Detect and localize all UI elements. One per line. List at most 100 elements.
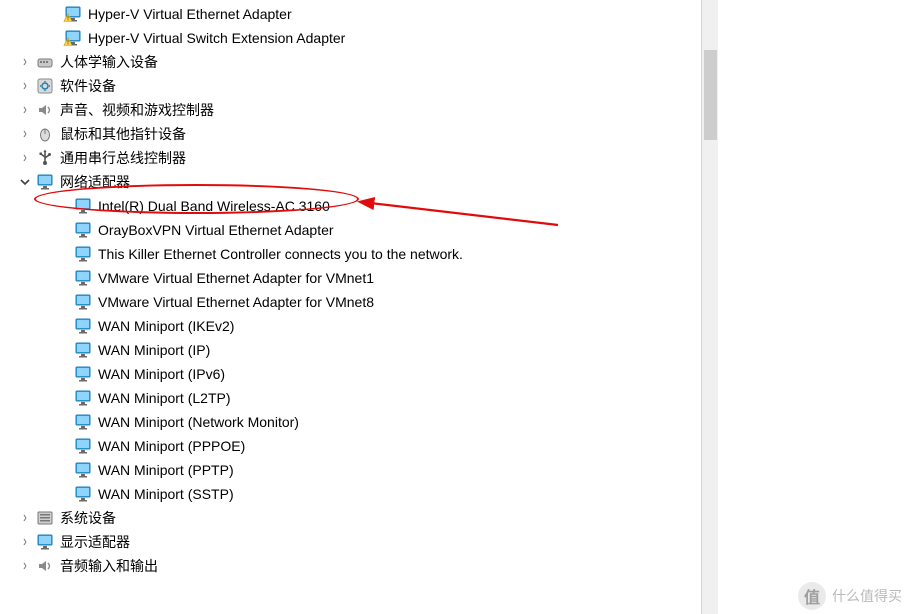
tree-row[interactable]: › 音频输入和输出: [0, 554, 700, 578]
chevron-right-icon[interactable]: ›: [18, 52, 32, 72]
tree-item-label: WAN Miniport (PPTP): [98, 458, 234, 482]
tree-row[interactable]: WAN Miniport (SSTP): [0, 482, 700, 506]
tree-item-label: WAN Miniport (SSTP): [98, 482, 234, 506]
tree-row[interactable]: › 软件设备: [0, 74, 700, 98]
tree-row[interactable]: WAN Miniport (PPTP): [0, 458, 700, 482]
tree-row[interactable]: WAN Miniport (PPPOE): [0, 434, 700, 458]
tree-item-label: WAN Miniport (IPv6): [98, 362, 225, 386]
audio-category-icon: [36, 557, 54, 575]
chevron-none: [46, 7, 60, 21]
hid-category-icon: [36, 53, 54, 71]
network-adapter-icon: [74, 221, 92, 239]
network-adapter-icon: [74, 197, 92, 215]
chevron-none: [56, 439, 70, 453]
system-devices-icon: [36, 509, 54, 527]
chevron-none: [46, 31, 60, 45]
audio-category-icon: [36, 101, 54, 119]
chevron-none: [56, 367, 70, 381]
scrollbar-thumb[interactable]: [704, 50, 717, 140]
tree-row[interactable]: Intel(R) Dual Band Wireless-AC 3160: [0, 194, 700, 218]
software-devices-icon: [36, 77, 54, 95]
network-adapter-icon: [74, 437, 92, 455]
tree-item-label: 通用串行总线控制器: [60, 146, 186, 170]
vertical-scrollbar[interactable]: [701, 0, 718, 614]
tree-row[interactable]: WAN Miniport (L2TP): [0, 386, 700, 410]
network-adapter-icon: [74, 341, 92, 359]
tree-item-label: WAN Miniport (IKEv2): [98, 314, 234, 338]
tree-item-label: 声音、视频和游戏控制器: [60, 98, 214, 122]
tree-item-label: VMware Virtual Ethernet Adapter for VMne…: [98, 266, 374, 290]
device-manager-tree[interactable]: Hyper-V Virtual Ethernet AdapterHyper-V …: [0, 0, 700, 614]
tree-row[interactable]: VMware Virtual Ethernet Adapter for VMne…: [0, 290, 700, 314]
chevron-none: [56, 271, 70, 285]
tree-item-label: OrayBoxVPN Virtual Ethernet Adapter: [98, 218, 334, 242]
chevron-none: [56, 391, 70, 405]
tree-row[interactable]: › 通用串行总线控制器: [0, 146, 700, 170]
chevron-none: [56, 463, 70, 477]
tree-row[interactable]: 网络适配器: [0, 170, 700, 194]
network-adapter-icon: [74, 269, 92, 287]
chevron-none: [56, 223, 70, 237]
chevron-right-icon[interactable]: ›: [18, 556, 32, 576]
chevron-right-icon[interactable]: ›: [18, 508, 32, 528]
chevron-right-icon[interactable]: ›: [18, 124, 32, 144]
tree-item-label: WAN Miniport (IP): [98, 338, 210, 362]
usb-category-icon: [36, 149, 54, 167]
chevron-down-icon[interactable]: [18, 175, 32, 189]
chevron-none: [56, 295, 70, 309]
tree-row[interactable]: › 鼠标和其他指针设备: [0, 122, 700, 146]
chevron-none: [56, 247, 70, 261]
chevron-right-icon[interactable]: ›: [18, 76, 32, 96]
chevron-right-icon[interactable]: ›: [18, 532, 32, 552]
network-adapters-category-icon: [36, 173, 54, 191]
tree-item-label: Hyper-V Virtual Switch Extension Adapter: [88, 26, 345, 50]
chevron-none: [56, 199, 70, 213]
tree-row[interactable]: Hyper-V Virtual Switch Extension Adapter: [0, 26, 700, 50]
watermark: 值 什么值得买: [798, 582, 902, 610]
watermark-badge: 值: [798, 582, 826, 610]
tree-item-label: VMware Virtual Ethernet Adapter for VMne…: [98, 290, 374, 314]
tree-item-label: 鼠标和其他指针设备: [60, 122, 186, 146]
tree-row[interactable]: This Killer Ethernet Controller connects…: [0, 242, 700, 266]
network-adapter-icon: [74, 413, 92, 431]
chevron-none: [56, 319, 70, 333]
tree-item-label: 显示适配器: [60, 530, 130, 554]
display-adapters-icon: [36, 533, 54, 551]
chevron-right-icon[interactable]: ›: [18, 148, 32, 168]
watermark-text: 什么值得买: [832, 586, 902, 606]
tree-row[interactable]: OrayBoxVPN Virtual Ethernet Adapter: [0, 218, 700, 242]
chevron-none: [56, 487, 70, 501]
tree-item-label: 软件设备: [60, 74, 116, 98]
network-adapter-icon: [74, 293, 92, 311]
tree-item-label: 人体学输入设备: [60, 50, 158, 74]
tree-item-label: WAN Miniport (PPPOE): [98, 434, 245, 458]
tree-row[interactable]: › 人体学输入设备: [0, 50, 700, 74]
tree-row[interactable]: WAN Miniport (IPv6): [0, 362, 700, 386]
tree-row[interactable]: WAN Miniport (IP): [0, 338, 700, 362]
tree-item-label: Hyper-V Virtual Ethernet Adapter: [88, 2, 292, 26]
tree-row[interactable]: › 声音、视频和游戏控制器: [0, 98, 700, 122]
network-adapter-icon: [74, 389, 92, 407]
chevron-right-icon[interactable]: ›: [18, 100, 32, 120]
tree-row[interactable]: Hyper-V Virtual Ethernet Adapter: [0, 2, 700, 26]
tree-item-label: This Killer Ethernet Controller connects…: [98, 242, 463, 266]
tree-item-label: 系统设备: [60, 506, 116, 530]
network-adapter-icon: [74, 461, 92, 479]
tree-row[interactable]: › 系统设备: [0, 506, 700, 530]
mouse-category-icon: [36, 125, 54, 143]
tree-item-label: 网络适配器: [60, 170, 130, 194]
tree-item-label: WAN Miniport (L2TP): [98, 386, 231, 410]
tree-row[interactable]: WAN Miniport (IKEv2): [0, 314, 700, 338]
tree-item-label: 音频输入和输出: [60, 554, 158, 578]
chevron-none: [56, 415, 70, 429]
network-adapter-icon: [74, 365, 92, 383]
chevron-none: [56, 343, 70, 357]
tree-row[interactable]: VMware Virtual Ethernet Adapter for VMne…: [0, 266, 700, 290]
network-adapter-warning-icon: [64, 5, 82, 23]
tree-row[interactable]: › 显示适配器: [0, 530, 700, 554]
tree-item-label: Intel(R) Dual Band Wireless-AC 3160: [98, 194, 330, 218]
tree-item-label: WAN Miniport (Network Monitor): [98, 410, 299, 434]
network-adapter-warning-icon: [64, 29, 82, 47]
network-adapter-icon: [74, 485, 92, 503]
tree-row[interactable]: WAN Miniport (Network Monitor): [0, 410, 700, 434]
